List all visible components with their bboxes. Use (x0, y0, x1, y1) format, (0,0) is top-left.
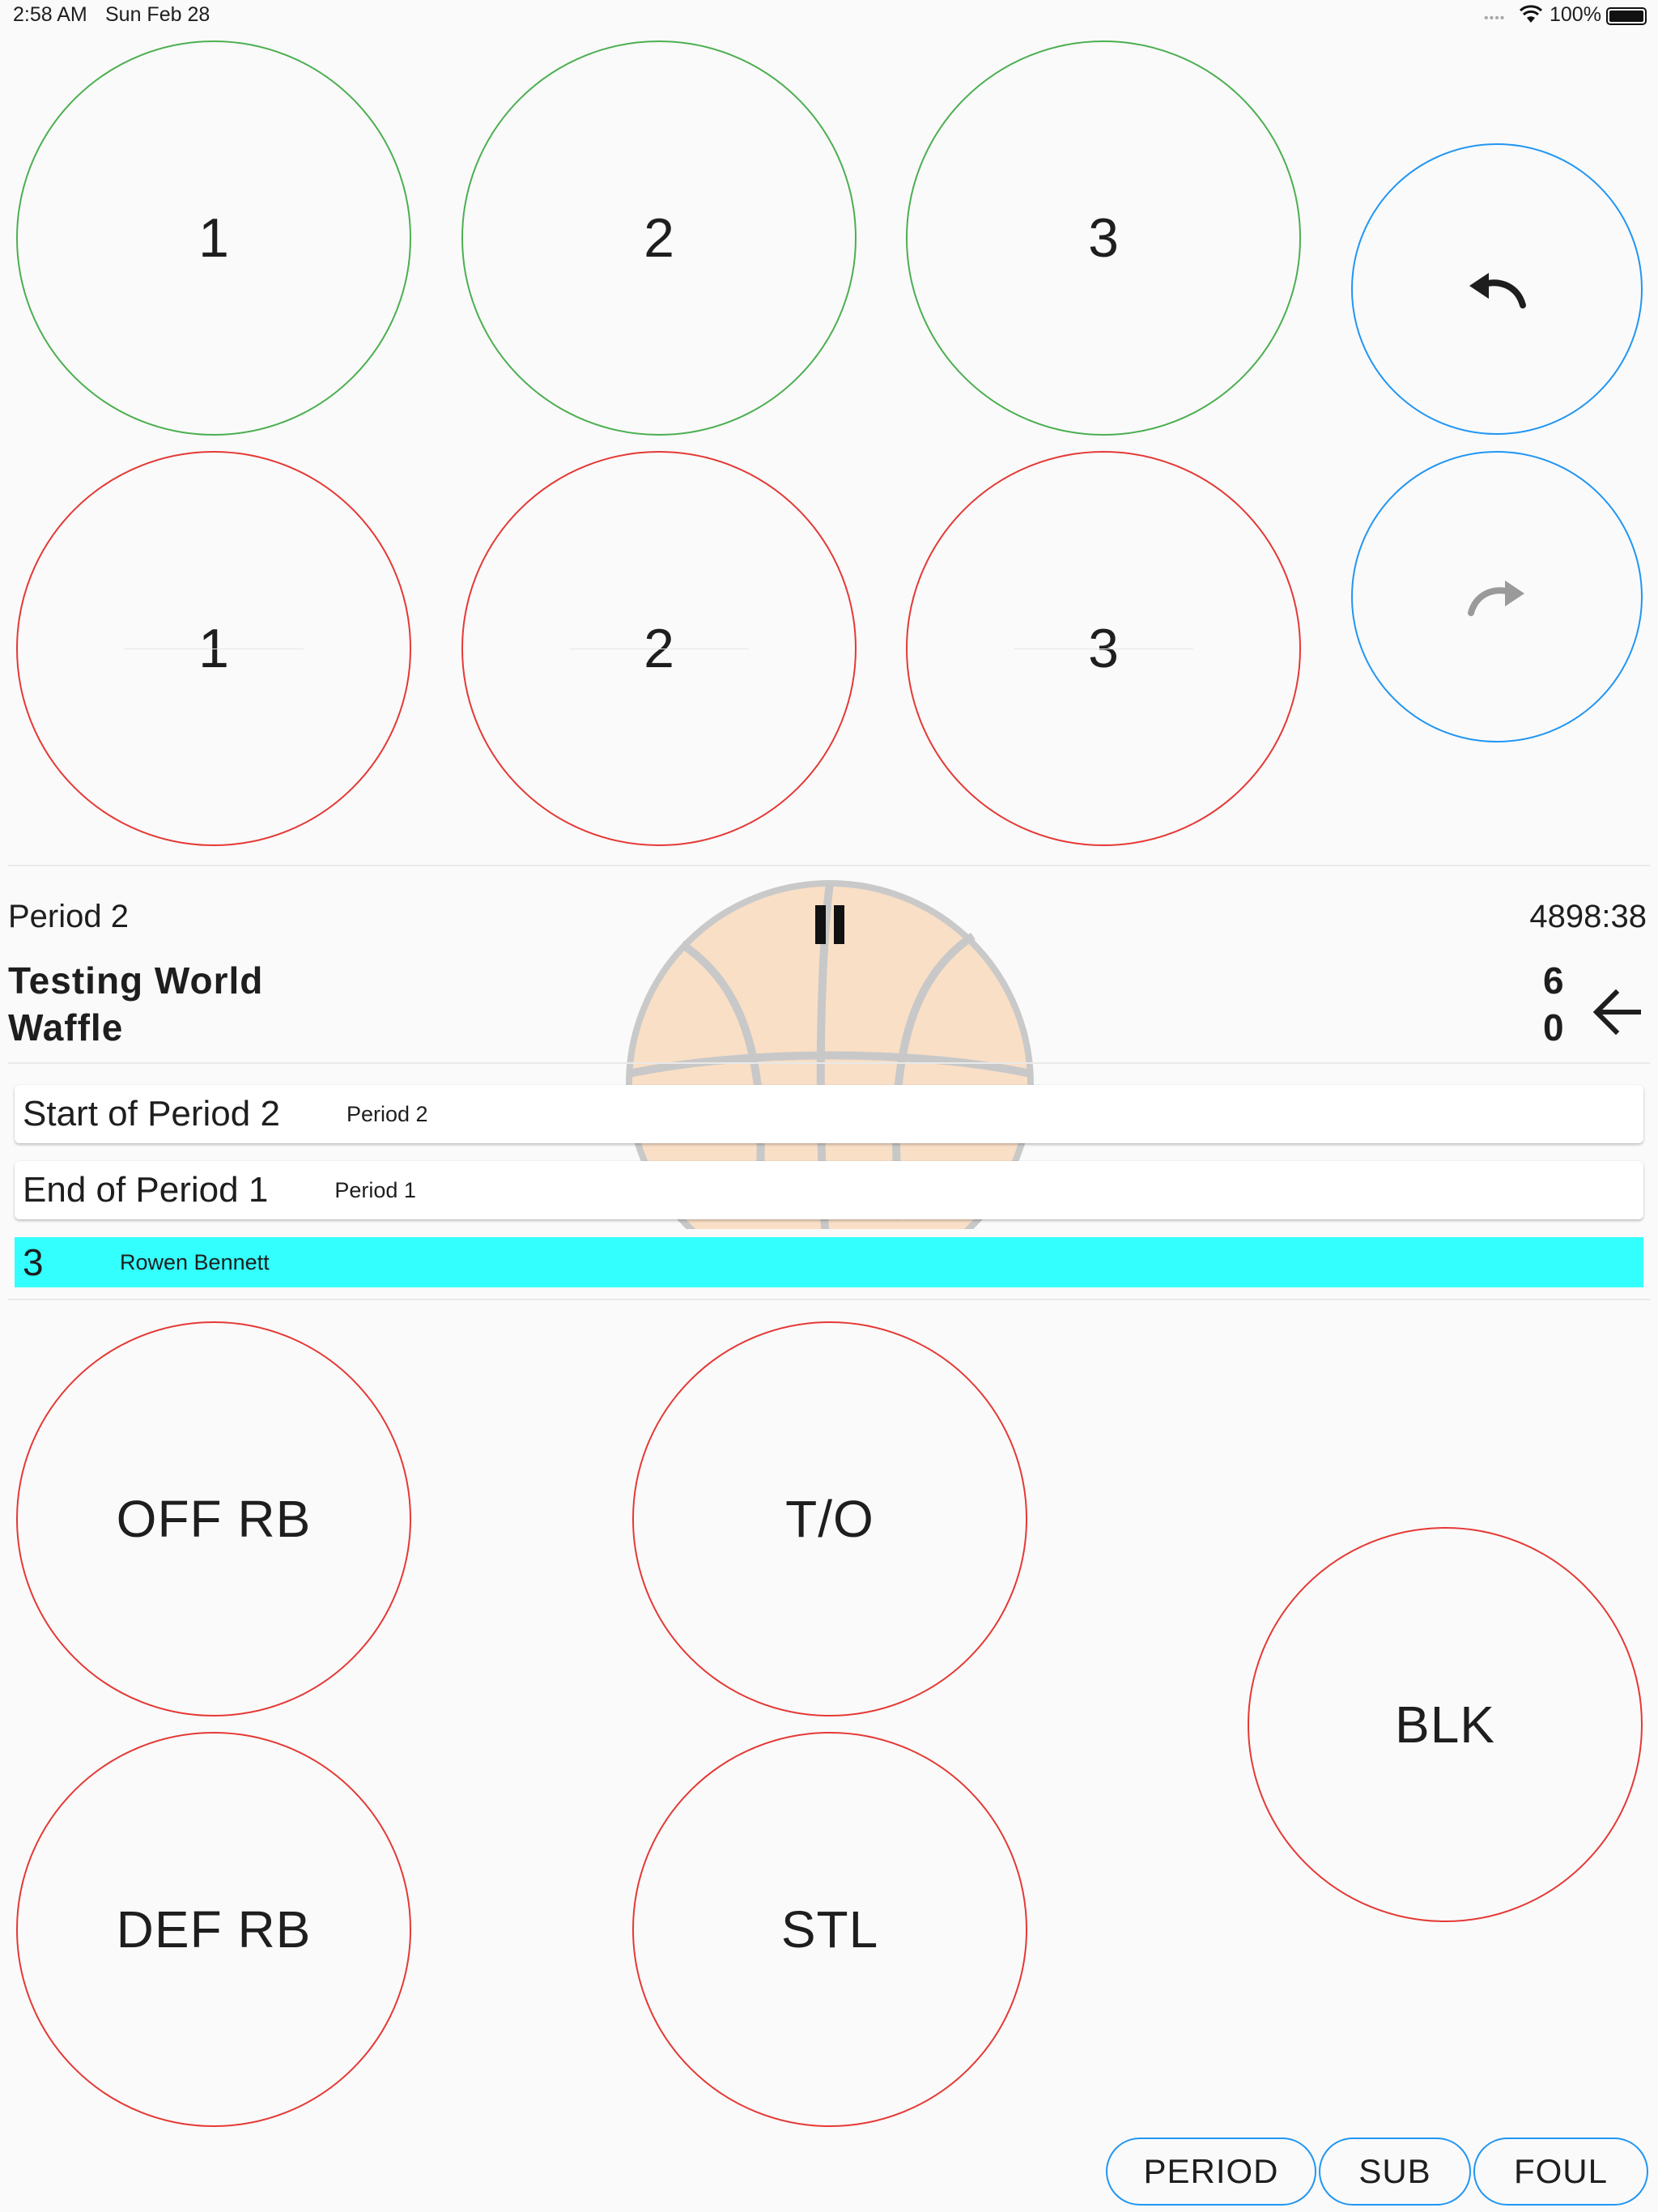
missed-2pt-button[interactable]: 2 (461, 451, 857, 846)
arrow-left-icon (1592, 989, 1641, 1036)
team-home-name: Testing World (8, 959, 264, 1002)
top-divider (8, 865, 1650, 866)
player-name: Rowen Bennett (120, 1249, 270, 1274)
wifi-icon (1519, 3, 1543, 24)
made-2pt-button[interactable]: 2 (461, 40, 857, 436)
missed-3pt-button[interactable]: 3 (906, 451, 1301, 846)
player-number: 3 (23, 1241, 44, 1283)
log-divider (8, 1299, 1650, 1300)
turnover-label: T/O (785, 1490, 874, 1548)
pause-icon (815, 905, 844, 944)
cellular-dots-icon: •••• (1484, 11, 1506, 25)
status-date: Sun Feb 28 (105, 3, 210, 26)
pause-button[interactable] (812, 904, 848, 946)
switch-team-button[interactable] (1592, 986, 1643, 1038)
undo-button[interactable] (1351, 143, 1643, 435)
turnover-button[interactable]: T/O (632, 1321, 1027, 1716)
period-label: Period 2 (8, 899, 129, 934)
redo-button[interactable] (1351, 451, 1643, 742)
event-subtitle: Period 1 (334, 1177, 416, 1202)
score-home: 6 (1543, 959, 1564, 1002)
selected-player-row[interactable]: 3 Rowen Bennett (15, 1237, 1643, 1287)
status-time: 2:58 AM (13, 3, 87, 26)
event-subtitle: Period 2 (346, 1101, 428, 1126)
made-2pt-label: 2 (644, 207, 674, 269)
score-away: 0 (1543, 1006, 1564, 1049)
made-3pt-button[interactable]: 3 (906, 40, 1301, 436)
offensive-rebound-label: OFF RB (116, 1490, 312, 1548)
made-1pt-label: 1 (198, 207, 229, 269)
redo-icon (1468, 581, 1524, 616)
undo-icon (1469, 273, 1526, 308)
steal-button[interactable]: STL (632, 1732, 1027, 2127)
made-3pt-label: 3 (1088, 207, 1119, 269)
defensive-rebound-label: DEF RB (116, 1900, 312, 1959)
team-away-name: Waffle (8, 1006, 124, 1049)
defensive-rebound-button[interactable]: DEF RB (16, 1732, 411, 2127)
period-button[interactable]: PERIOD (1106, 2138, 1316, 2206)
battery-icon (1606, 7, 1647, 25)
sub-button[interactable]: SUB (1319, 2138, 1471, 2206)
event-row[interactable]: End of Period 1 Period 1 (15, 1161, 1643, 1219)
game-clock: 4898:38 (1529, 899, 1647, 934)
event-title: Start of Period 2 (23, 1094, 280, 1134)
event-row[interactable]: Start of Period 2 Period 2 (15, 1085, 1643, 1143)
made-1pt-button[interactable]: 1 (16, 40, 411, 436)
missed-1pt-button[interactable]: 1 (16, 451, 411, 846)
event-title: End of Period 1 (23, 1170, 269, 1210)
offensive-rebound-button[interactable]: OFF RB (16, 1321, 411, 1716)
battery-percent: 100% (1550, 3, 1601, 26)
block-button[interactable]: BLK (1248, 1527, 1643, 1922)
foul-button[interactable]: FOUL (1473, 2138, 1648, 2206)
steal-label: STL (780, 1900, 879, 1959)
block-label: BLK (1395, 1695, 1495, 1754)
mid-divider (8, 1062, 1650, 1064)
